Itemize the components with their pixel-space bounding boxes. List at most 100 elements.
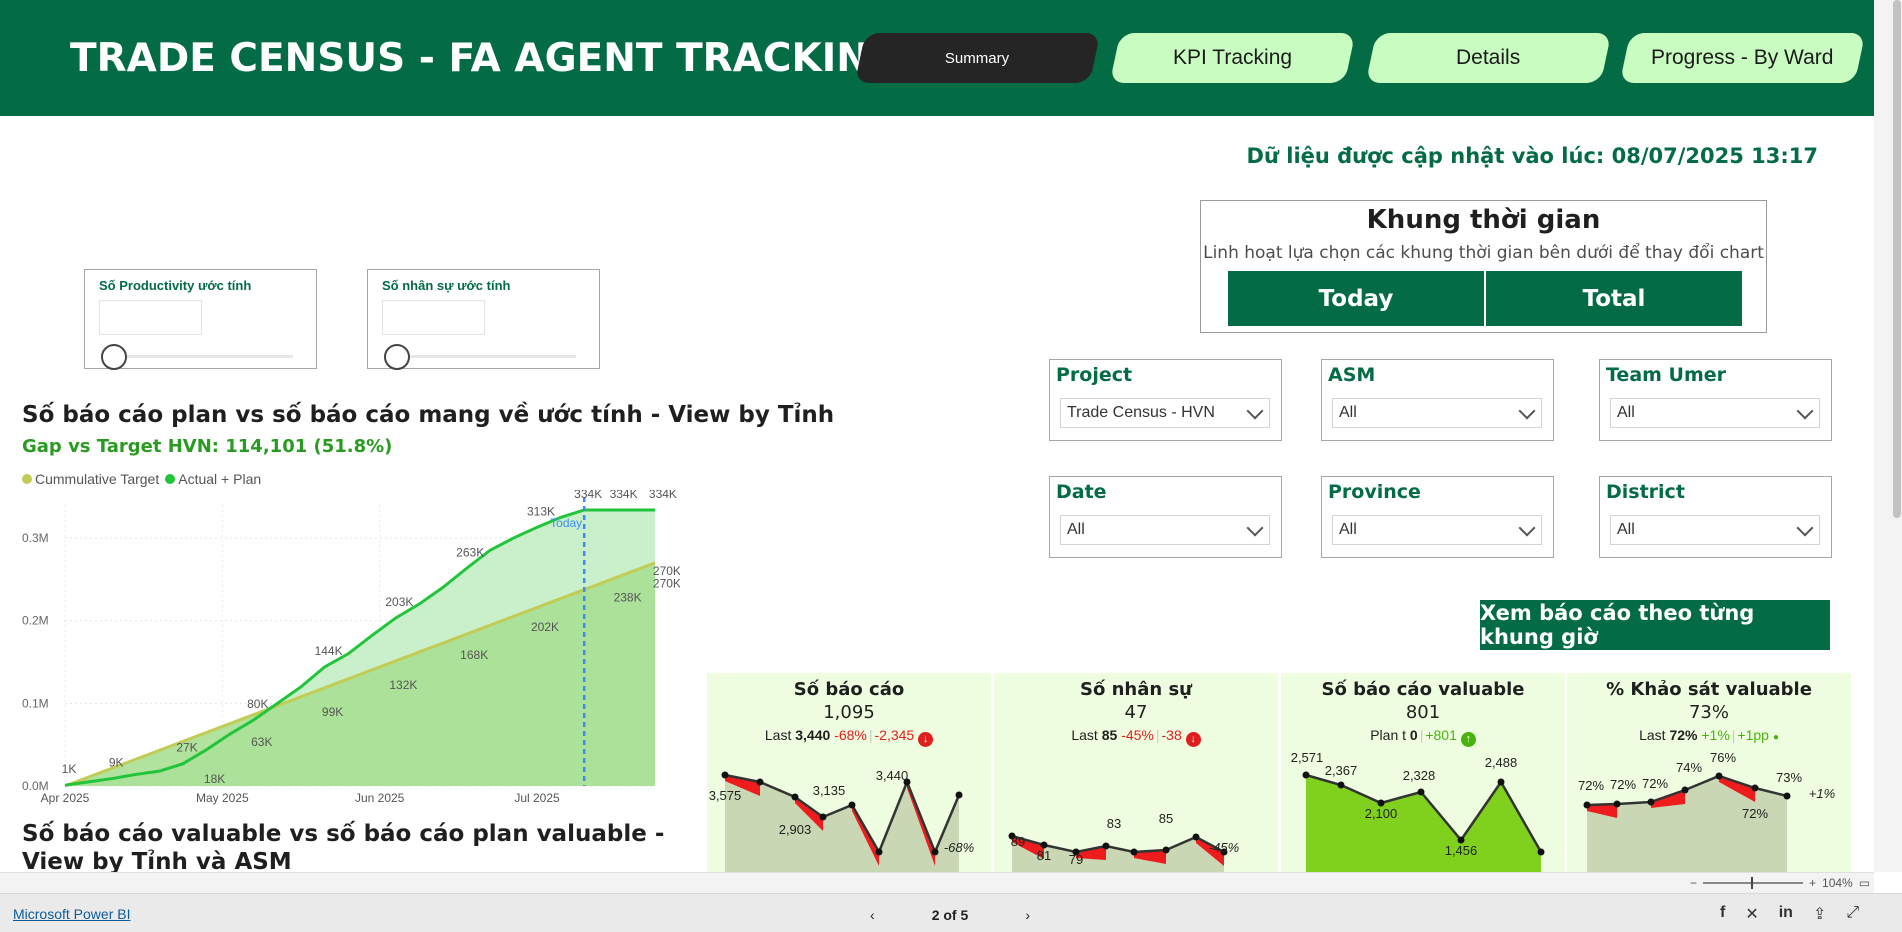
x-tick-label: Apr 2025 bbox=[41, 791, 90, 805]
legend-dot-target bbox=[22, 474, 32, 484]
chevron-down-icon bbox=[1246, 519, 1264, 537]
sparkline-point bbox=[1337, 781, 1345, 789]
headcount-slider-label: Số nhân sự ước tính bbox=[382, 278, 511, 293]
sparkline-label: 85 bbox=[1159, 811, 1173, 826]
target-data-label: 132K bbox=[389, 678, 417, 692]
productivity-input[interactable] bbox=[99, 300, 202, 335]
chevron-down-icon bbox=[1796, 519, 1814, 537]
legend-item-actual: Actual + Plan bbox=[165, 471, 261, 487]
legend-target-label: Cummulative Target bbox=[35, 471, 160, 487]
kpi-card-headcount[interactable]: Số nhân sự 47 Last 85 -45% | -38 ↓ 89 81 79 8… bbox=[994, 673, 1278, 873]
sparkline-label: 2,328 bbox=[1403, 768, 1436, 783]
filter-project: Project Trade Census - HVN bbox=[1049, 359, 1282, 441]
timeframe-panel: Khung thời gian Linh hoạt lựa chọn các k… bbox=[1200, 200, 1767, 333]
next-page-icon[interactable]: › bbox=[1025, 907, 1030, 923]
linkedin-icon[interactable]: in bbox=[1779, 904, 1793, 924]
headcount-slider-track[interactable] bbox=[396, 355, 576, 358]
hourly-report-button[interactable]: Xem báo cáo theo từng khung giờ bbox=[1480, 600, 1830, 650]
team-umer-dropdown-value: All bbox=[1617, 404, 1635, 421]
chevron-down-icon bbox=[1796, 402, 1814, 420]
share-icon[interactable]: ⇪ bbox=[1813, 904, 1826, 924]
sparkline-label: 74% bbox=[1676, 760, 1702, 775]
productivity-slider-label: Số Productivity ước tính bbox=[99, 278, 252, 293]
sparkline-label: -68% bbox=[944, 840, 974, 855]
sparkline-point bbox=[1783, 792, 1791, 800]
sparkline-label: 73% bbox=[1776, 770, 1802, 785]
sparkline-point bbox=[1613, 800, 1621, 808]
timeframe-subtitle: Linh hoạt lựa chọn các khung thời gian b… bbox=[1203, 243, 1764, 263]
team-umer-dropdown[interactable]: All bbox=[1610, 398, 1820, 428]
headcount-slider-card: Số nhân sự ước tính bbox=[367, 269, 600, 370]
province-dropdown[interactable]: All bbox=[1332, 515, 1542, 545]
headcount-slider-handle[interactable] bbox=[384, 344, 410, 370]
date-dropdown[interactable]: All bbox=[1060, 515, 1270, 545]
kpi-card-reports[interactable]: Số báo cáo 1,095 Last 3,440 -68% | -2,345 … bbox=[707, 673, 991, 873]
y-tick-label: 0.1M bbox=[22, 696, 49, 710]
kpi-sparkline: 3,575 2,903 3,135 3,440 -68% bbox=[709, 768, 974, 873]
x-tick-label: Jun 2025 bbox=[355, 791, 405, 805]
kpi-card-valuable-reports[interactable]: Số báo cáo valuable 801 Plan t 0 | +801 ↑ … bbox=[1281, 673, 1565, 873]
vertical-scrollbar-thumb[interactable] bbox=[1893, 0, 1901, 518]
sparkline-label: 2,488 bbox=[1485, 755, 1518, 770]
sparkline-point bbox=[721, 771, 729, 779]
target-data-label: 18K bbox=[204, 772, 225, 786]
tab-kpi-tracking[interactable]: KPI Tracking bbox=[1109, 33, 1356, 83]
zoom-in-icon[interactable]: + bbox=[1809, 876, 1816, 890]
sparkline-label: 72% bbox=[1642, 776, 1668, 791]
power-bi-link[interactable]: Microsoft Power BI bbox=[13, 906, 130, 922]
sparkline-point bbox=[819, 813, 827, 821]
chevron-down-icon bbox=[1246, 402, 1264, 420]
productivity-slider-handle[interactable] bbox=[101, 344, 127, 370]
sparkline-point bbox=[1751, 784, 1759, 792]
province-dropdown-value: All bbox=[1339, 521, 1357, 538]
sparkline-point bbox=[791, 793, 799, 801]
cumulative-area-chart[interactable]: 0.0M0.1M0.2M0.3MApr 2025 May 2025 Jun 2025… bbox=[0, 490, 680, 815]
filter-date-label: Date bbox=[1056, 481, 1107, 503]
prev-page-icon[interactable]: ‹ bbox=[870, 907, 875, 923]
kpi-sparkline: 2,5712,367 2,100 2,328 1,456 2,488 bbox=[1291, 750, 1545, 873]
headcount-input[interactable] bbox=[382, 300, 485, 335]
fit-page-icon[interactable]: ▭ bbox=[1859, 876, 1870, 890]
chart1-gap-subtitle: Gap vs Target HVN: 114,101 (51.8%) bbox=[22, 436, 393, 457]
zoom-slider-handle[interactable] bbox=[1751, 877, 1754, 889]
tab-progress-by-ward[interactable]: Progress - By Ward bbox=[1619, 33, 1866, 83]
tab-details[interactable]: Details bbox=[1365, 33, 1612, 83]
header-bar: TRADE CENSUS - FA AGENT TRACKING Summary… bbox=[0, 0, 1874, 116]
project-dropdown-value: Trade Census - HVN bbox=[1067, 404, 1215, 421]
tab-summary[interactable]: Summary bbox=[854, 33, 1101, 83]
target-data-label: 63K bbox=[251, 735, 272, 749]
zoom-bar bbox=[0, 872, 1874, 893]
actual-data-label: 144K bbox=[315, 644, 343, 658]
sparkline-point bbox=[1497, 778, 1505, 786]
district-dropdown[interactable]: All bbox=[1610, 515, 1820, 545]
zoom-slider[interactable] bbox=[1703, 877, 1804, 889]
zoom-control[interactable]: − + 104% ▭ bbox=[1690, 876, 1870, 890]
productivity-slider-track[interactable] bbox=[113, 355, 293, 358]
fullscreen-icon[interactable]: ⤢ bbox=[1846, 904, 1859, 924]
sparkline-point bbox=[848, 801, 856, 809]
facebook-icon[interactable]: f bbox=[1720, 904, 1725, 924]
x-tick-label: Jul 2025 bbox=[514, 791, 560, 805]
total-button[interactable]: Total bbox=[1486, 271, 1742, 326]
twitter-icon[interactable]: ✕ bbox=[1745, 904, 1758, 924]
legend-actual-label: Actual + Plan bbox=[178, 471, 262, 487]
x-tick-label: May 2025 bbox=[196, 791, 249, 805]
sparkline-point bbox=[1537, 848, 1545, 856]
chart2-title: Số báo cáo valuable vs số báo cáo plan v… bbox=[22, 821, 665, 875]
actual-data-label: 27K bbox=[176, 741, 197, 755]
sparkline-label: -45% bbox=[1209, 840, 1239, 855]
zoom-out-icon[interactable]: − bbox=[1690, 876, 1697, 890]
kpi-card-valuable-pct[interactable]: % Khảo sát valuable 73% Last 72% +1% | +1p… bbox=[1567, 673, 1851, 873]
date-dropdown-value: All bbox=[1067, 521, 1085, 538]
page-navigator: ‹ 2 of 5 › bbox=[870, 904, 1030, 926]
project-dropdown[interactable]: Trade Census - HVN bbox=[1060, 398, 1270, 428]
actual-data-label: 80K bbox=[247, 697, 268, 711]
filter-province: Province All bbox=[1321, 476, 1554, 558]
sparkline-label: 81 bbox=[1037, 848, 1051, 863]
sparkline-point bbox=[955, 791, 963, 799]
today-button[interactable]: Today bbox=[1228, 271, 1484, 326]
asm-dropdown[interactable]: All bbox=[1332, 398, 1542, 428]
sparkline-point bbox=[875, 848, 883, 856]
tab-details-label: Details bbox=[1456, 46, 1521, 69]
actual-data-label: 334K bbox=[649, 490, 677, 501]
